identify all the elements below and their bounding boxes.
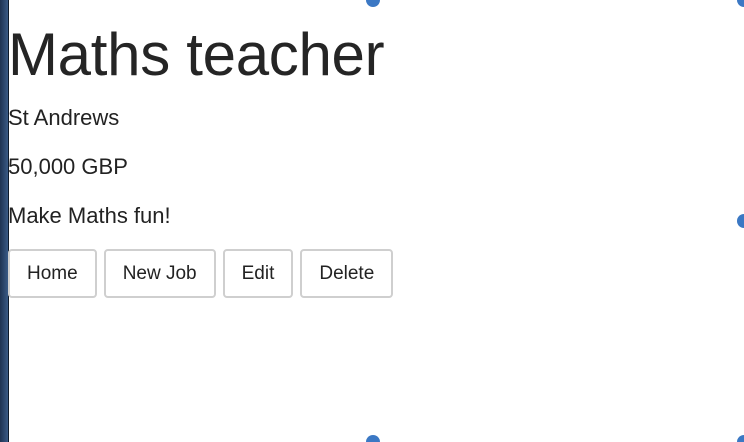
- delete-button[interactable]: Delete: [300, 249, 394, 298]
- job-description: Make Maths fun!: [8, 203, 171, 228]
- window-left-edge: [0, 0, 9, 442]
- new-job-button[interactable]: New Job: [103, 249, 216, 298]
- resize-handle-bottom-right[interactable]: [737, 435, 744, 442]
- job-salary: 50,000 GBP: [8, 154, 128, 179]
- edit-button[interactable]: Edit: [222, 249, 294, 298]
- resize-handle-bottom[interactable]: [366, 435, 380, 442]
- job-location: St Andrews: [8, 105, 120, 130]
- job-detail: Maths teacher St Andrews 50,000 GBP Make…: [8, 0, 744, 298]
- job-title: Maths teacher: [8, 21, 385, 88]
- home-button[interactable]: Home: [8, 249, 97, 298]
- action-buttons: Home New Job Edit Delete: [8, 249, 744, 298]
